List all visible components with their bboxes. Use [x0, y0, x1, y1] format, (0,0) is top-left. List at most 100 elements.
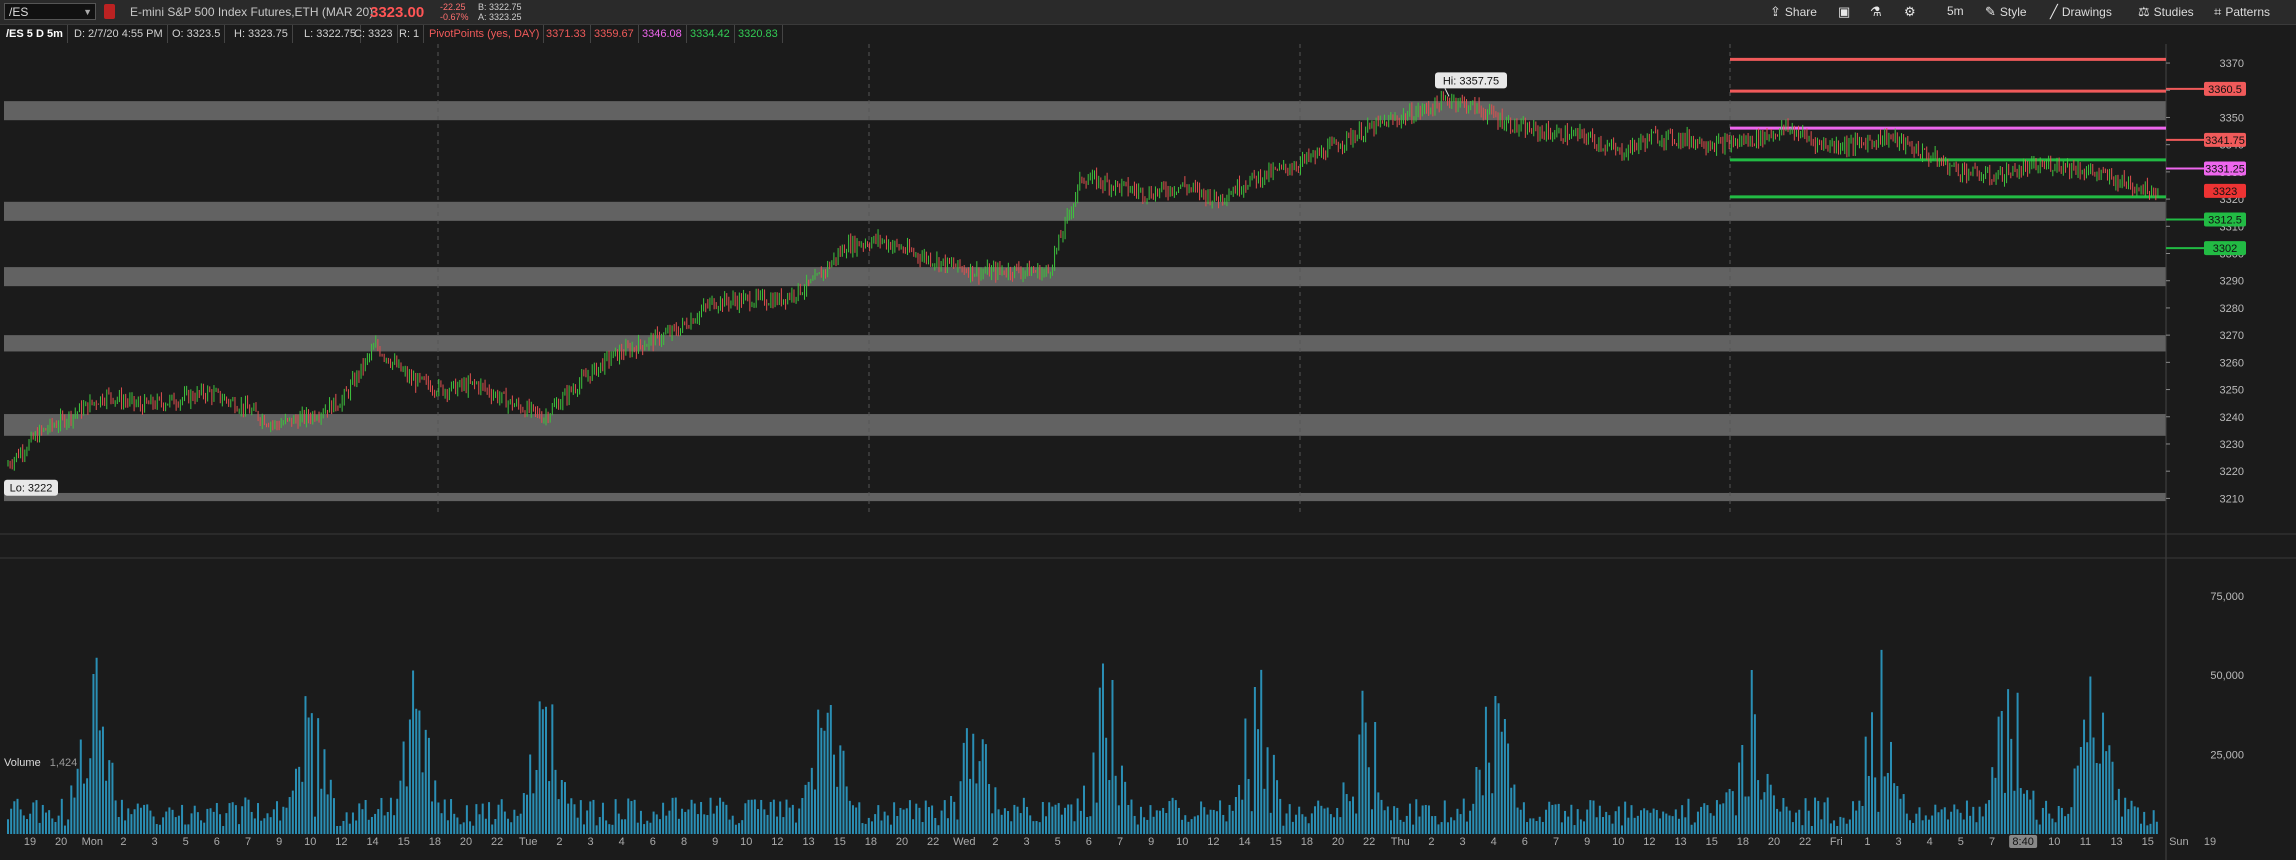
pencil-line-icon: ╱ — [2050, 4, 2058, 19]
top-toolbar: /ES ▼ E-mini S&P 500 Index Futures,ETH (… — [0, 0, 2296, 25]
volume-header: Volume 1,424 — [4, 757, 77, 769]
percent-change-value: -0.67% — [440, 12, 469, 22]
time-tick-label: 10 — [740, 836, 752, 848]
gear-icon: ⚙ — [1904, 4, 1916, 19]
volume-tick-label: 75,000 — [2210, 591, 2244, 603]
time-tick-label: 20 — [1768, 836, 1780, 848]
time-tick-label: 20 — [460, 836, 472, 848]
time-tick-label: 9 — [276, 836, 282, 848]
drawings-button[interactable]: ╱ Drawings — [2050, 4, 2112, 20]
time-tick-label: 6 — [1522, 836, 1528, 848]
time-tick-label: 19 — [24, 836, 36, 848]
time-tick-label: 22 — [927, 836, 939, 848]
time-tick-label: 10 — [304, 836, 316, 848]
time-tick-label: 15 — [834, 836, 846, 848]
time-tick-label: 3 — [1024, 836, 1030, 848]
time-tick-label: 4 — [1927, 836, 1933, 848]
time-tick-label: 9 — [712, 836, 718, 848]
chart-info-bar: /ES 5 D 5m D: 2/7/20 4:55 PM O: 3323.5 H… — [0, 25, 2296, 43]
price-tick-label: 3270 — [2220, 330, 2244, 342]
pivot-r1: 3359.67 — [590, 25, 639, 43]
time-tick-label: Fri — [1830, 836, 1843, 848]
symbol-selector[interactable]: /ES ▼ — [4, 3, 96, 20]
time-tick-label: 2 — [556, 836, 562, 848]
style-icon: ✎ — [1985, 4, 1996, 19]
flask-icon: ⚗ — [1870, 4, 1882, 19]
price-chart[interactable]: 3370336033503340333033203310330032903280… — [0, 44, 2296, 860]
time-tick-label: 13 — [1674, 836, 1686, 848]
time-tick-label: 10 — [1176, 836, 1188, 848]
time-tick-label: 3 — [588, 836, 594, 848]
time-tick-label: 20 — [55, 836, 67, 848]
studies-label: Studies — [2153, 5, 2194, 19]
price-label-text: 3360.5 — [2208, 84, 2242, 96]
price-tick-label: 3260 — [2220, 357, 2244, 369]
time-tick-label: 22 — [491, 836, 503, 848]
time-tick-label: 2 — [120, 836, 126, 848]
time-tick-label: 2 — [1428, 836, 1434, 848]
time-tick-label: Mon — [82, 836, 103, 848]
net-change-value: -22.25 — [440, 2, 466, 12]
time-tick-label: 12 — [335, 836, 347, 848]
study-name: PivotPoints (yes, DAY) — [425, 25, 545, 43]
zones-layer — [4, 44, 2166, 512]
volume-pane: 75,000 50,000 25,000 — [0, 533, 2296, 834]
time-tick-label: Sun — [2169, 836, 2189, 848]
time-tick-label: 18 — [429, 836, 441, 848]
time-tick-label: 22 — [1799, 836, 1811, 848]
time-tick-label: 12 — [771, 836, 783, 848]
time-tick-label: 3 — [1460, 836, 1466, 848]
time-tick-label: 2 — [992, 836, 998, 848]
price-tick-label: 3350 — [2220, 112, 2244, 124]
price-label-text: 3331.25 — [2205, 163, 2245, 175]
instrument-description: E-mini S&P 500 Index Futures,ETH (MAR 20… — [130, 5, 374, 19]
price-label-text: 3312.5 — [2208, 215, 2242, 227]
time-tick-label: 8 — [681, 836, 687, 848]
snapshot-button[interactable]: ▣ — [1838, 4, 1850, 20]
share-icon: ⇪ — [1770, 4, 1781, 19]
time-tick-label: 1 — [1864, 836, 1870, 848]
time-tick-label: 7 — [1117, 836, 1123, 848]
time-tick-label: 19 — [2204, 836, 2216, 848]
drawings-label: Drawings — [2061, 5, 2112, 19]
high-annotation-text: Hi: 3357.75 — [1443, 75, 1499, 87]
low-annotation-text: Lo: 3222 — [10, 483, 53, 495]
support-resistance-zone — [4, 101, 2166, 121]
volume-tick-label: 25,000 — [2210, 750, 2244, 762]
time-tick-label: 13 — [2110, 836, 2122, 848]
price-tick-label: 3210 — [2220, 493, 2244, 505]
time-tick-label: Thu — [1391, 836, 1410, 848]
time-tick-label: 12 — [1643, 836, 1655, 848]
ask-value: A: 3323.25 — [478, 12, 522, 22]
last-price: 3323.00 — [370, 4, 425, 21]
time-tick-label: 5 — [1958, 836, 1964, 848]
support-resistance-zone — [4, 267, 2166, 287]
time-tick-label: 15 — [1706, 836, 1718, 848]
flag-icon[interactable] — [104, 4, 115, 19]
time-tick-label: 10 — [2048, 836, 2060, 848]
style-button[interactable]: ✎ Style — [1985, 4, 2027, 20]
volume-value: 1,424 — [49, 757, 78, 769]
time-tick-label: 22 — [1363, 836, 1375, 848]
time-tick-label: 20 — [896, 836, 908, 848]
volume-tick-label: 50,000 — [2210, 670, 2244, 682]
studies-button[interactable]: ⚖ Studies — [2138, 4, 2194, 20]
time-tick-label: 5 — [1055, 836, 1061, 848]
settings-button[interactable]: ⚙ — [1904, 4, 1916, 20]
time-tick-label: 6 — [650, 836, 656, 848]
studies-icon: ⚖ — [2138, 4, 2150, 19]
lab-button[interactable]: ⚗ — [1870, 4, 1882, 20]
time-tick-label: 13 — [802, 836, 814, 848]
bar-high: H: 3323.75 — [230, 25, 293, 43]
volume-label: Volume — [4, 757, 41, 769]
timeframe-button[interactable]: 5m — [1947, 4, 1964, 18]
time-tick-label: 10 — [1612, 836, 1624, 848]
bar-date: D: 2/7/20 4:55 PM — [70, 25, 168, 43]
time-tick-label: 6 — [214, 836, 220, 848]
share-button[interactable]: ⇪ Share — [1770, 4, 1817, 20]
time-tick-label: 9 — [1584, 836, 1590, 848]
support-resistance-zone — [4, 335, 2166, 352]
time-tick-label: 14 — [1238, 836, 1250, 848]
patterns-button[interactable]: ⌗ Patterns — [2214, 4, 2270, 20]
price-tick-label: 3290 — [2220, 276, 2244, 288]
